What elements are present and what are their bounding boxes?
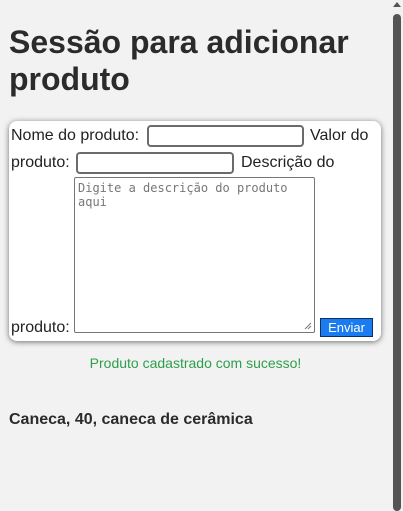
scrollbar-thumb[interactable] [393,14,401,511]
scroll-up-arrow-icon[interactable] [393,2,401,7]
resize-handle-icon[interactable] [304,322,312,330]
product-description-label-part2: produto: [11,319,70,336]
product-value-input[interactable] [76,152,234,174]
page: Sessão para adicionar produto Nome do pr… [0,0,391,511]
product-value-label-part2: produto: [11,154,70,171]
submit-button[interactable]: Enviar [320,318,373,337]
product-name-label: Nome do produto: [11,127,140,144]
product-description-label-part1: Descrição do [241,154,335,171]
add-product-form: Nome do produto: Valor do produto: Descr… [9,121,381,341]
product-list-item: Caneca, 40, caneca de cerâmica [9,411,253,428]
product-value-label-part1: Valor do [310,127,369,144]
product-description-textarea[interactable]: Digite a descrição do produto aqui [74,177,315,333]
description-placeholder: Digite a descrição do produto aqui [78,181,288,209]
success-message: Produto cadastrado com sucesso! [89,355,302,371]
product-name-input[interactable] [147,125,304,147]
page-title: Sessão para adicionar produto [9,24,349,97]
vertical-scrollbar[interactable] [391,0,403,511]
